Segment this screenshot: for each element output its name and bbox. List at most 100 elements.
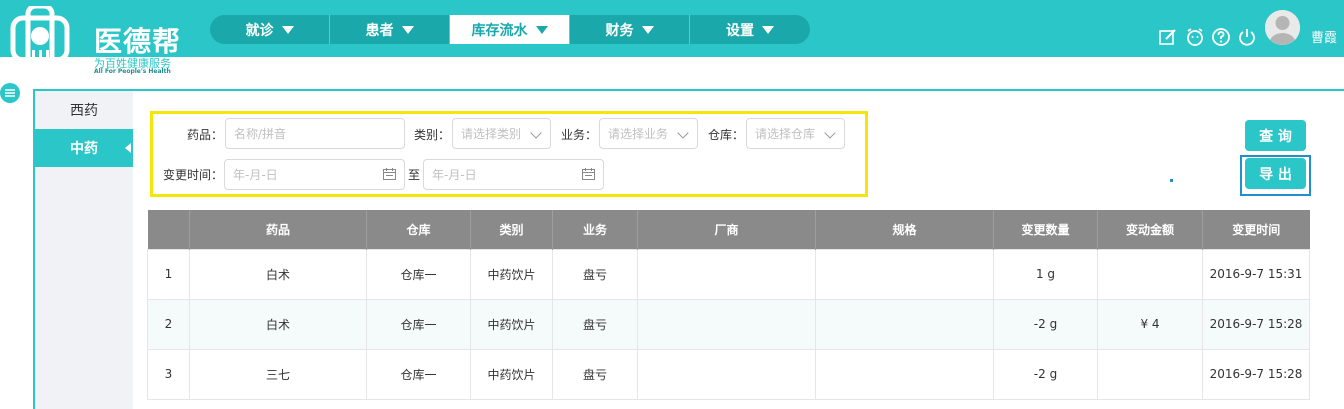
username[interactable]: 曹霞 [1311,27,1337,46]
nav-item-label: 就诊 [245,22,274,39]
cell-drug: 白术 [189,298,367,350]
cell-change-qty: 1 g [993,248,1098,300]
chevron-down-icon [530,127,542,139]
cell-drug: 白术 [189,248,367,300]
export-button[interactable]: 导 出 [1245,158,1306,189]
date-from-placeholder: 年-月-日 [233,168,278,182]
header-change-amount[interactable]: 变动金额 [1097,210,1203,249]
header-index [147,210,190,249]
left-menu-item-western-medicine[interactable]: 西药 [35,91,133,129]
cell-index: 2 [147,298,190,350]
nav-item-visit[interactable]: 就诊 [210,15,330,44]
nav-item-patient[interactable]: 患者 [330,15,450,44]
warehouse-label: 仓库： [708,128,745,142]
nav-item-finance[interactable]: 财务 [570,15,690,44]
warehouse-select[interactable]: 请选择仓库 [746,118,845,149]
cell-drug: 三七 [189,348,367,400]
nav-item-label: 患者 [365,22,394,39]
cell-manufacturer [637,248,816,300]
brand-slogan-en: All For People's Health [94,68,171,75]
left-menu-item-chinese-medicine[interactable]: 中药 [35,129,133,167]
cell-category: 中药饮片 [470,298,553,350]
cell-change-time: 2016-9-7 15:28 [1202,298,1310,350]
drug-search-placeholder: 名称/拼音 [234,127,287,141]
business-label: 业务： [561,128,598,142]
marker-dot [1170,179,1173,182]
user-avatar-icon [1265,10,1300,45]
edit-icon[interactable] [1158,27,1178,47]
warehouse-placeholder: 请选择仓库 [755,127,816,141]
cell-change-amount [1097,248,1203,300]
calendar-icon [582,168,595,180]
table-row[interactable]: 3 三七 仓库一 中药饮片 盘亏 -2 g 2016-9-7 15:28 [147,348,1310,400]
inventory-flow-table: 药品 仓库 类别 业务 厂商 规格 变更数量 变动金额 变更时间 1 白术 仓库… [147,210,1310,400]
power-icon[interactable] [1237,27,1257,47]
active-pointer-icon [125,143,131,153]
calendar-icon [383,168,396,180]
caret-down-icon [762,25,774,34]
header-drug[interactable]: 药品 [189,210,367,249]
help-icon[interactable] [1211,27,1231,47]
cell-change-time: 2016-9-7 15:31 [1202,248,1310,300]
cell-change-amount [1097,348,1203,400]
cell-change-amount: ¥ 4 [1097,298,1203,350]
cell-warehouse: 仓库一 [366,348,471,400]
date-to-input[interactable]: 年-月-日 [423,159,604,190]
date-separator: 至 [408,168,421,182]
nav-item-label: 财务 [605,22,634,39]
chevron-down-icon [824,127,836,139]
category-select[interactable]: 请选择类别 [452,118,551,149]
menu-toggle-button[interactable] [0,83,20,103]
brand-name: 医德帮 [94,25,182,58]
category-placeholder: 请选择类别 [461,127,522,141]
left-menu-item-label: 西药 [70,103,98,119]
cell-category: 中药饮片 [470,248,553,300]
query-button[interactable]: 查 询 [1245,120,1306,151]
left-menu-item-label: 中药 [70,141,98,157]
top-header: 医德帮 就诊 患者 库存流水 财务 设置 曹霞 [0,0,1344,78]
header-spec[interactable]: 规格 [815,210,994,249]
cell-warehouse: 仓库一 [366,248,471,300]
drug-label: 药品： [187,128,224,142]
nav-item-settings[interactable]: 设置 [690,15,810,44]
alarm-icon[interactable] [1185,27,1205,47]
header-business[interactable]: 业务 [552,210,638,249]
cell-manufacturer [637,348,816,400]
caret-down-icon [535,25,548,34]
drug-search-input[interactable]: 名称/拼音 [225,118,405,149]
cell-change-time: 2016-9-7 15:28 [1202,348,1310,400]
header-change-time[interactable]: 变更时间 [1202,210,1310,249]
nav-item-label: 设置 [726,22,754,39]
category-label: 类别： [414,128,451,142]
table-row[interactable]: 1 白术 仓库一 中药饮片 盘亏 1 g 2016-9-7 15:31 [147,248,1310,300]
date-from-input[interactable]: 年-月-日 [224,159,405,190]
table-header-row: 药品 仓库 类别 业务 厂商 规格 变更数量 变动金额 变更时间 [147,210,1310,249]
chevron-down-icon [677,127,689,139]
left-menu: 西药 中药 [35,91,133,409]
date-to-placeholder: 年-月-日 [432,168,477,182]
nav-item-label: 库存流水 [471,22,528,39]
cell-spec [815,348,994,400]
business-select[interactable]: 请选择业务 [599,118,698,149]
header-warehouse[interactable]: 仓库 [366,210,471,249]
change-time-label: 变更时间： [163,168,224,182]
cell-warehouse: 仓库一 [366,298,471,350]
caret-down-icon [401,25,414,34]
nav-item-inventory-flow[interactable]: 库存流水 [450,15,570,44]
avatar[interactable] [1265,10,1300,45]
header-manufacturer[interactable]: 厂商 [637,210,816,249]
header-category[interactable]: 类别 [470,210,553,249]
caret-down-icon [641,25,654,34]
cell-spec [815,248,994,300]
business-placeholder: 请选择业务 [608,127,669,141]
cell-spec [815,298,994,350]
cell-business: 盘亏 [552,348,638,400]
cell-category: 中药饮片 [470,348,553,400]
caret-down-icon [281,25,294,34]
logo-icon [10,6,70,78]
cell-index: 1 [147,248,190,300]
cell-change-qty: -2 g [993,298,1098,350]
header-change-qty[interactable]: 变更数量 [993,210,1098,249]
cell-index: 3 [147,348,190,400]
table-row[interactable]: 2 白术 仓库一 中药饮片 盘亏 -2 g ¥ 4 2016-9-7 15:28 [147,298,1310,350]
